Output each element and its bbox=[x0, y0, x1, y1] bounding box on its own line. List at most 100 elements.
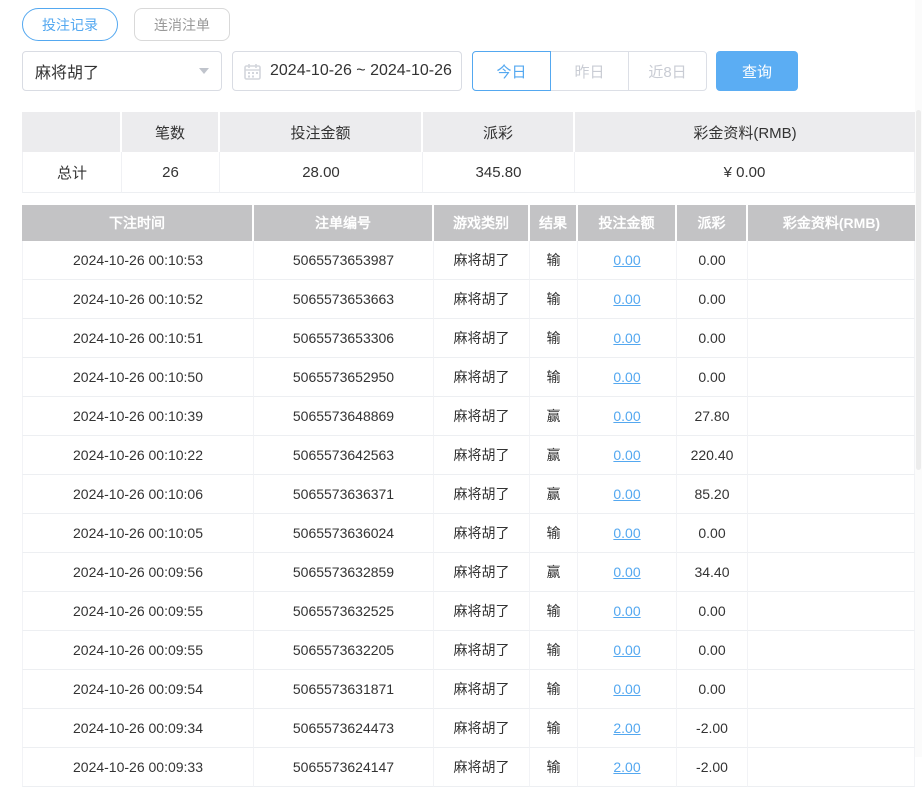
bet-amount-cell: 2.00 bbox=[578, 709, 677, 748]
calendar-icon bbox=[244, 63, 261, 80]
bet-amount-cell: 0.00 bbox=[578, 553, 677, 592]
table-row: 2024-10-26 00:09:34 5065573624473 麻将胡了 输… bbox=[22, 709, 915, 748]
quick-range-today[interactable]: 今日 bbox=[472, 51, 551, 91]
game-type-cell: 麻将胡了 bbox=[434, 436, 530, 475]
bet-amount-link[interactable]: 0.00 bbox=[613, 369, 640, 385]
payout-cell: 0.00 bbox=[677, 280, 748, 319]
tab-bet-records[interactable]: 投注记录 bbox=[22, 8, 118, 41]
result-cell: 输 bbox=[530, 748, 578, 787]
result-cell: 输 bbox=[530, 670, 578, 709]
table-row: 2024-10-26 00:10:22 5065573642563 麻将胡了 赢… bbox=[22, 436, 915, 475]
table-row: 2024-10-26 00:10:05 5065573636024 麻将胡了 输… bbox=[22, 514, 915, 553]
bet-amount-link[interactable]: 0.00 bbox=[613, 447, 640, 463]
game-type-cell: 麻将胡了 bbox=[434, 319, 530, 358]
payout-cell: 27.80 bbox=[677, 397, 748, 436]
bet-time-cell: 2024-10-26 00:09:34 bbox=[22, 709, 254, 748]
header-result: 结果 bbox=[530, 205, 578, 241]
bonus-cell bbox=[748, 670, 915, 709]
order-id-cell: 5065573653987 bbox=[254, 241, 434, 280]
bet-amount-cell: 0.00 bbox=[578, 670, 677, 709]
game-type-cell: 麻将胡了 bbox=[434, 475, 530, 514]
bet-time-cell: 2024-10-26 00:10:50 bbox=[22, 358, 254, 397]
payout-cell: 0.00 bbox=[677, 631, 748, 670]
result-cell: 输 bbox=[530, 514, 578, 553]
summary-table: 笔数 投注金额 派彩 彩金资料(RMB) 总计 26 28.00 345.80 … bbox=[22, 112, 915, 193]
bet-amount-link[interactable]: 2.00 bbox=[613, 720, 640, 736]
game-type-cell: 麻将胡了 bbox=[434, 709, 530, 748]
order-id-cell: 5065573624473 bbox=[254, 709, 434, 748]
table-row: 2024-10-26 00:09:55 5065573632525 麻将胡了 输… bbox=[22, 592, 915, 631]
bet-time-cell: 2024-10-26 00:09:55 bbox=[22, 592, 254, 631]
header-bonus: 彩金资料(RMB) bbox=[748, 205, 915, 241]
bet-amount-cell: 0.00 bbox=[578, 475, 677, 514]
date-range-input[interactable]: 2024-10-26 ~ 2024-10-26 bbox=[232, 51, 462, 91]
bet-amount-link[interactable]: 0.00 bbox=[613, 564, 640, 580]
summary-header-blank bbox=[22, 112, 122, 152]
bonus-cell bbox=[748, 748, 915, 787]
bet-time-cell: 2024-10-26 00:09:33 bbox=[22, 748, 254, 787]
scrollbar-thumb[interactable] bbox=[916, 110, 921, 470]
payout-cell: -2.00 bbox=[677, 709, 748, 748]
game-type-select[interactable]: 麻将胡了 bbox=[22, 51, 222, 91]
table-row: 2024-10-26 00:10:50 5065573652950 麻将胡了 输… bbox=[22, 358, 915, 397]
header-game-type: 游戏类别 bbox=[434, 205, 530, 241]
bonus-cell bbox=[748, 709, 915, 748]
bet-amount-link[interactable]: 0.00 bbox=[613, 252, 640, 268]
bonus-cell bbox=[748, 475, 915, 514]
bet-amount-cell: 0.00 bbox=[578, 631, 677, 670]
result-cell: 赢 bbox=[530, 436, 578, 475]
quick-range-group: 今日 昨日 近8日 bbox=[472, 51, 707, 91]
order-id-cell: 5065573652950 bbox=[254, 358, 434, 397]
payout-cell: 0.00 bbox=[677, 358, 748, 397]
bet-time-cell: 2024-10-26 00:10:05 bbox=[22, 514, 254, 553]
bet-amount-cell: 2.00 bbox=[578, 748, 677, 787]
header-bet-time: 下注时间 bbox=[22, 205, 254, 241]
bet-time-cell: 2024-10-26 00:10:52 bbox=[22, 280, 254, 319]
tab-cancelled-orders[interactable]: 连消注单 bbox=[134, 8, 230, 41]
table-row: 2024-10-26 00:10:06 5065573636371 麻将胡了 赢… bbox=[22, 475, 915, 514]
header-payout: 派彩 bbox=[677, 205, 748, 241]
payout-cell: 0.00 bbox=[677, 670, 748, 709]
summary-total-label: 总计 bbox=[22, 152, 122, 193]
bet-amount-cell: 0.00 bbox=[578, 280, 677, 319]
result-cell: 输 bbox=[530, 280, 578, 319]
result-cell: 赢 bbox=[530, 553, 578, 592]
result-cell: 输 bbox=[530, 631, 578, 670]
game-type-cell: 麻将胡了 bbox=[434, 592, 530, 631]
bet-amount-link[interactable]: 0.00 bbox=[613, 525, 640, 541]
summary-header-bonus: 彩金资料(RMB) bbox=[575, 112, 915, 152]
vertical-scrollbar[interactable] bbox=[915, 0, 922, 757]
bonus-cell bbox=[748, 553, 915, 592]
header-bet-amount: 投注金额 bbox=[578, 205, 677, 241]
bonus-cell bbox=[748, 631, 915, 670]
summary-total-count: 26 bbox=[122, 152, 220, 193]
result-cell: 输 bbox=[530, 709, 578, 748]
quick-range-last-8-days[interactable]: 近8日 bbox=[628, 51, 707, 91]
bet-amount-link[interactable]: 0.00 bbox=[613, 486, 640, 502]
bet-amount-link[interactable]: 0.00 bbox=[613, 330, 640, 346]
result-cell: 输 bbox=[530, 241, 578, 280]
bonus-cell bbox=[748, 280, 915, 319]
bet-amount-link[interactable]: 0.00 bbox=[613, 603, 640, 619]
bet-amount-link[interactable]: 0.00 bbox=[613, 291, 640, 307]
search-button[interactable]: 查询 bbox=[716, 51, 798, 91]
bet-amount-cell: 0.00 bbox=[578, 592, 677, 631]
game-type-cell: 麻将胡了 bbox=[434, 397, 530, 436]
bet-amount-link[interactable]: 2.00 bbox=[613, 759, 640, 775]
order-id-cell: 5065573632525 bbox=[254, 592, 434, 631]
order-id-cell: 5065573653663 bbox=[254, 280, 434, 319]
game-type-cell: 麻将胡了 bbox=[434, 280, 530, 319]
result-cell: 输 bbox=[530, 358, 578, 397]
game-type-value: 麻将胡了 bbox=[35, 65, 100, 82]
bet-amount-link[interactable]: 0.00 bbox=[613, 642, 640, 658]
result-cell: 赢 bbox=[530, 397, 578, 436]
bet-amount-link[interactable]: 0.00 bbox=[613, 681, 640, 697]
quick-range-yesterday[interactable]: 昨日 bbox=[550, 51, 629, 91]
game-type-cell: 麻将胡了 bbox=[434, 358, 530, 397]
bet-amount-link[interactable]: 0.00 bbox=[613, 408, 640, 424]
payout-cell: 0.00 bbox=[677, 241, 748, 280]
filter-bar: 麻将胡了 2024-10-26 ~ 2024-10-26 今日 昨日 近8日 查… bbox=[22, 51, 798, 91]
summary-total-bonus: ¥ 0.00 bbox=[575, 152, 915, 193]
payout-cell: -2.00 bbox=[677, 748, 748, 787]
game-type-cell: 麻将胡了 bbox=[434, 514, 530, 553]
